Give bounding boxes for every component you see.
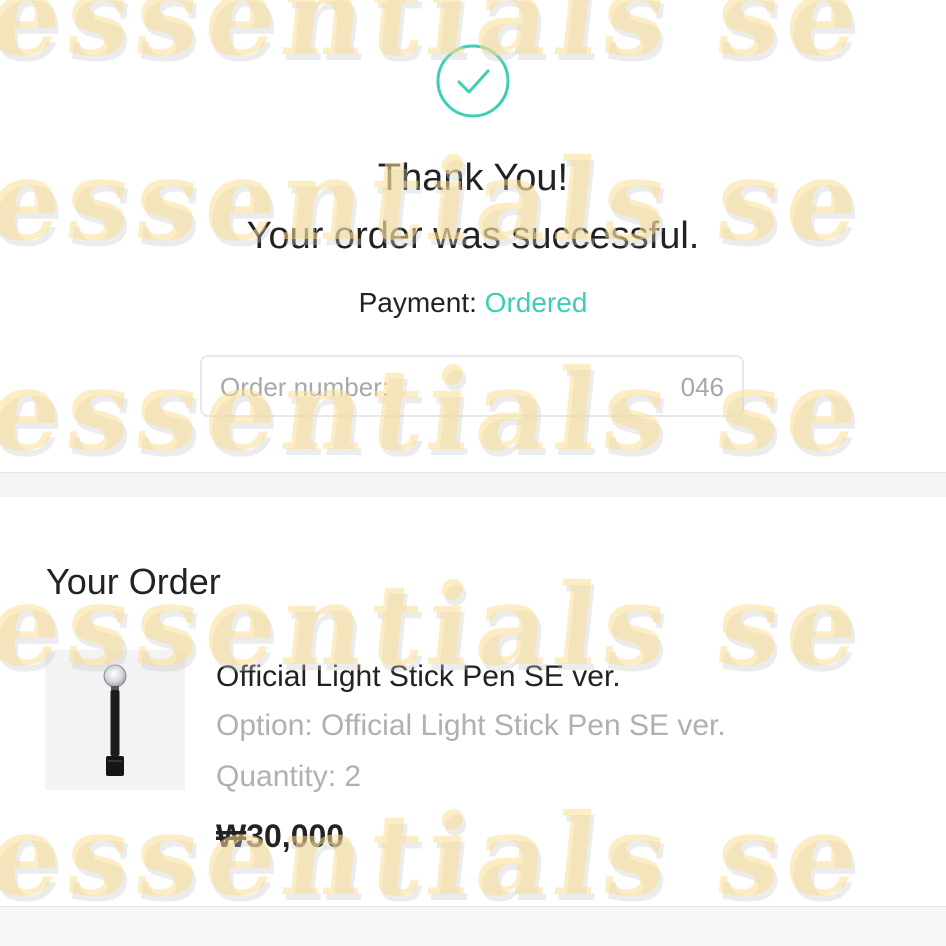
bottom-divider (0, 906, 946, 946)
order-confirmation-page: Thank You! Your order was successful. Pa… (0, 0, 946, 946)
order-number-field[interactable]: Order number: 046 (200, 355, 744, 417)
order-number-label: Order number: (220, 372, 390, 402)
payment-label: Payment: (358, 287, 477, 318)
product-name[interactable]: Official Light Stick Pen SE ver. (216, 657, 621, 697)
payment-status-value: Ordered (484, 287, 588, 318)
order-number-value: 046 (680, 372, 724, 402)
product-quantity: Quantity: 2 (216, 760, 362, 793)
watermark-text: essentials se (0, 790, 871, 921)
thank-you-title: Thank You! (377, 157, 569, 199)
light-stick-image (103, 664, 127, 776)
product-price: ₩30,000 (216, 818, 345, 854)
order-success-message: Your order was successful. (246, 215, 700, 257)
product-thumbnail[interactable] (45, 650, 185, 790)
payment-status-line: Payment: Ordered (0, 284, 946, 322)
section-divider (0, 472, 946, 497)
your-order-heading: Your Order (46, 561, 221, 602)
product-option: Option: Official Light Stick Pen SE ver. (216, 709, 726, 742)
check-circle-icon (436, 44, 510, 118)
